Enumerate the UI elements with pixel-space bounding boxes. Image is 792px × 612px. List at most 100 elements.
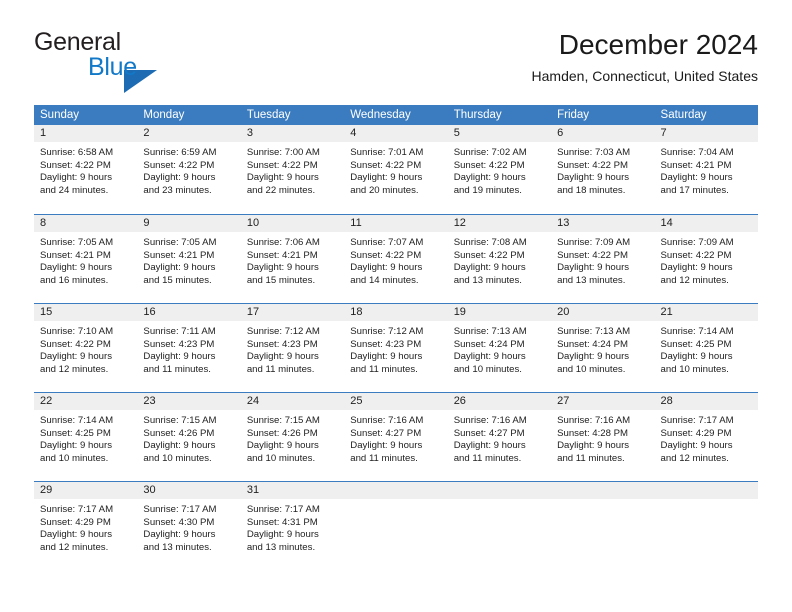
sunrise-text: Sunrise: 7:13 AM [453, 326, 527, 337]
calendar-day-cell[interactable]: 13 Sunrise: 7:09 AM Sunset: 4:22 PM Dayl… [551, 215, 655, 303]
daylight-text-line1: Daylight: 9 hours [350, 440, 423, 452]
sunset-text: Sunset: 4:25 PM [40, 427, 111, 439]
calendar-day-cell[interactable]: 14 Sunrise: 7:09 AM Sunset: 4:22 PM Dayl… [654, 215, 758, 303]
day-number-band: 10 [240, 215, 345, 232]
calendar-day-cell[interactable]: 5 Sunrise: 7:02 AM Sunset: 4:22 PM Dayli… [447, 125, 552, 214]
calendar-day-cell[interactable]: 16 Sunrise: 7:11 AM Sunset: 4:23 PM Dayl… [137, 304, 241, 392]
calendar-day-cell[interactable]: 9 Sunrise: 7:05 AM Sunset: 4:21 PM Dayli… [137, 215, 241, 303]
day-details: Sunrise: 7:17 AM Sunset: 4:29 PM Dayligh… [655, 410, 758, 465]
day-number: 20 [557, 306, 570, 318]
day-details: Sunrise: 7:01 AM Sunset: 4:22 PM Dayligh… [344, 142, 447, 197]
sunrise-text: Sunrise: 6:58 AM [40, 147, 114, 158]
sunset-text: Sunset: 4:25 PM [660, 338, 732, 350]
calendar-day-cell[interactable]: 2 Sunrise: 6:59 AM Sunset: 4:22 PM Dayli… [137, 125, 241, 214]
day-number-band: 16 [137, 304, 241, 321]
day-number-band: 21 [654, 304, 758, 321]
calendar-week-row: 22 Sunrise: 7:14 AM Sunset: 4:25 PM Dayl… [34, 392, 758, 481]
sunset-text: Sunset: 4:22 PM [557, 249, 629, 261]
calendar-day-cell[interactable]: 20 Sunrise: 7:13 AM Sunset: 4:24 PM Dayl… [551, 304, 655, 392]
sunrise-text: Sunrise: 7:17 AM [143, 504, 217, 515]
calendar-day-cell[interactable]: 18 Sunrise: 7:12 AM Sunset: 4:23 PM Dayl… [344, 304, 448, 392]
calendar-day-cell[interactable]: 28 Sunrise: 7:17 AM Sunset: 4:29 PM Dayl… [654, 393, 758, 481]
day-number: 7 [660, 127, 667, 139]
sunset-text: Sunset: 4:29 PM [40, 516, 111, 528]
daylight-text-line1: Daylight: 9 hours [40, 440, 112, 452]
calendar-day-cell[interactable]: 25 Sunrise: 7:16 AM Sunset: 4:27 PM Dayl… [344, 393, 448, 481]
day-details: Sunrise: 7:17 AM Sunset: 4:30 PM Dayligh… [137, 499, 240, 554]
calendar-day-cell[interactable]: 30 Sunrise: 7:17 AM Sunset: 4:30 PM Dayl… [137, 482, 241, 570]
sunrise-text: Sunrise: 7:06 AM [246, 237, 320, 248]
calendar-day-cell[interactable]: 12 Sunrise: 7:08 AM Sunset: 4:22 PM Dayl… [447, 215, 552, 303]
day-number: 14 [660, 217, 673, 229]
day-number-band: 1 [34, 125, 138, 142]
calendar-day-cell[interactable]: 23 Sunrise: 7:15 AM Sunset: 4:26 PM Dayl… [137, 393, 241, 481]
day-details: Sunrise: 7:07 AM Sunset: 4:22 PM Dayligh… [344, 232, 447, 287]
calendar-day-cell[interactable]: 27 Sunrise: 7:16 AM Sunset: 4:28 PM Dayl… [551, 393, 655, 481]
daylight-text-line1: Daylight: 9 hours [660, 351, 733, 363]
calendar-day-cell[interactable]: 21 Sunrise: 7:14 AM Sunset: 4:25 PM Dayl… [654, 304, 758, 392]
day-number: 29 [40, 484, 53, 496]
daylight-text-line1: Daylight: 9 hours [246, 262, 319, 274]
calendar-page: General Blue December 2024 Hamden, Conne… [0, 0, 792, 612]
daylight-text-line2: and 11 minutes. [143, 363, 211, 375]
daylight-text-line1: Daylight: 9 hours [143, 351, 216, 363]
sunrise-text: Sunrise: 7:10 AM [40, 326, 114, 337]
day-number: 31 [246, 484, 260, 496]
daylight-text-line1: Daylight: 9 hours [143, 529, 216, 541]
daylight-text-line2: and 12 minutes. [40, 363, 109, 375]
calendar-day-cell[interactable]: 7 Sunrise: 7:04 AM Sunset: 4:21 PM Dayli… [654, 125, 758, 214]
sunset-text: Sunset: 4:21 PM [40, 249, 111, 261]
daylight-text-line2: and 24 minutes. [40, 184, 109, 196]
day-number-band: 30 [137, 482, 241, 499]
sunrise-text: Sunrise: 7:12 AM [246, 326, 320, 337]
day-number-band: 5 [447, 125, 552, 142]
daylight-text-line2: and 13 minutes. [246, 541, 316, 553]
sunset-text: Sunset: 4:21 PM [246, 249, 318, 261]
daylight-text-line1: Daylight: 9 hours [246, 351, 319, 363]
day-number: 3 [246, 127, 253, 139]
day-number: 23 [143, 395, 156, 407]
weekday-header-saturday: Saturday [660, 109, 707, 121]
sunset-text: Sunset: 4:22 PM [350, 159, 422, 171]
day-details: Sunrise: 7:16 AM Sunset: 4:27 PM Dayligh… [448, 410, 551, 465]
calendar-day-cell[interactable]: 10 Sunrise: 7:06 AM Sunset: 4:21 PM Dayl… [240, 215, 345, 303]
calendar-day-cell[interactable]: 15 Sunrise: 7:10 AM Sunset: 4:22 PM Dayl… [34, 304, 138, 392]
day-details: Sunrise: 7:05 AM Sunset: 4:21 PM Dayligh… [34, 232, 137, 287]
calendar-day-cell[interactable]: 11 Sunrise: 7:07 AM Sunset: 4:22 PM Dayl… [344, 215, 448, 303]
day-details: Sunrise: 6:59 AM Sunset: 4:22 PM Dayligh… [137, 142, 240, 197]
daylight-text-line1: Daylight: 9 hours [246, 529, 319, 541]
sunrise-text: Sunrise: 7:16 AM [453, 415, 527, 426]
day-number: 5 [453, 127, 460, 139]
sunset-text: Sunset: 4:22 PM [660, 249, 732, 261]
calendar-day-cell[interactable]: 19 Sunrise: 7:13 AM Sunset: 4:24 PM Dayl… [447, 304, 552, 392]
sunset-text: Sunset: 4:21 PM [660, 159, 732, 171]
calendar-day-cell[interactable]: 29 Sunrise: 7:17 AM Sunset: 4:29 PM Dayl… [34, 482, 138, 570]
day-number: 21 [660, 306, 673, 318]
weekday-header-monday: Monday [143, 109, 185, 121]
day-details: Sunrise: 7:09 AM Sunset: 4:22 PM Dayligh… [655, 232, 758, 287]
sunset-text: Sunset: 4:27 PM [453, 427, 525, 439]
calendar-day-cell[interactable]: 1 Sunrise: 6:58 AM Sunset: 4:22 PM Dayli… [34, 125, 138, 214]
daylight-text-line2: and 10 minutes. [40, 452, 109, 464]
calendar-day-cell[interactable]: 31 Sunrise: 7:17 AM Sunset: 4:31 PM Dayl… [240, 482, 345, 570]
calendar-day-cell[interactable]: 8 Sunrise: 7:05 AM Sunset: 4:21 PM Dayli… [34, 215, 138, 303]
sunset-text: Sunset: 4:22 PM [40, 159, 111, 171]
weekday-header-row: Sunday Monday Tuesday Wednesday Thursday… [34, 105, 758, 125]
calendar-day-cell[interactable]: 24 Sunrise: 7:15 AM Sunset: 4:26 PM Dayl… [240, 393, 345, 481]
day-number-band: 24 [240, 393, 345, 410]
calendar-day-cell[interactable]: 4 Sunrise: 7:01 AM Sunset: 4:22 PM Dayli… [344, 125, 448, 214]
sunrise-text: Sunrise: 7:04 AM [660, 147, 734, 158]
day-number-band: 26 [447, 393, 552, 410]
sunrise-text: Sunrise: 7:07 AM [350, 237, 424, 248]
calendar-day-cell[interactable]: 6 Sunrise: 7:03 AM Sunset: 4:22 PM Dayli… [551, 125, 655, 214]
daylight-text-line2: and 10 minutes. [453, 363, 522, 375]
sunrise-text: Sunrise: 7:05 AM [143, 237, 217, 248]
calendar-day-cell[interactable]: 17 Sunrise: 7:12 AM Sunset: 4:23 PM Dayl… [240, 304, 345, 392]
sunset-text: Sunset: 4:26 PM [143, 427, 215, 439]
calendar-day-cell[interactable]: 26 Sunrise: 7:16 AM Sunset: 4:27 PM Dayl… [447, 393, 552, 481]
day-details: Sunrise: 7:12 AM Sunset: 4:23 PM Dayligh… [241, 321, 344, 376]
calendar-day-cell[interactable]: 3 Sunrise: 7:00 AM Sunset: 4:22 PM Dayli… [240, 125, 345, 214]
sunset-text: Sunset: 4:26 PM [246, 427, 318, 439]
daylight-text-line1: Daylight: 9 hours [557, 172, 630, 184]
calendar-day-cell[interactable]: 22 Sunrise: 7:14 AM Sunset: 4:25 PM Dayl… [34, 393, 138, 481]
